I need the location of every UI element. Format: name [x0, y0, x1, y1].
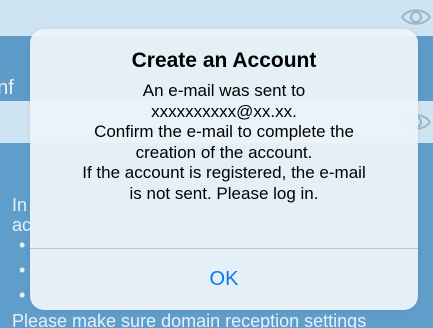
background-band-text: onf [0, 77, 14, 99]
background-bullet: • [19, 235, 26, 255]
background-bullet: • [19, 285, 26, 305]
background-text-line: In [12, 195, 28, 215]
alert-message-line: An e-mail was sent to [142, 81, 306, 100]
ok-button[interactable]: OK [30, 249, 418, 310]
background-notice-text: Please make sure domain reception settin… [12, 311, 367, 328]
screen: onf In ac • • • Please make sure domain … [0, 0, 433, 328]
alert-dialog: Create an Account An e-mail was sent to … [30, 29, 418, 310]
alert-message-line: is not sent. Please log in. [129, 183, 319, 203]
background-text-line: ac [12, 215, 32, 235]
alert-message-line: Confirm the e-mail to complete the [94, 122, 354, 141]
background-bullet: • [19, 260, 26, 280]
alert-message-line: creation of the account. [135, 142, 313, 162]
alert-body: Create an Account An e-mail was sent to … [30, 29, 418, 231]
alert-message-line: If the account is registered, the e-mail [82, 163, 366, 182]
alert-message-line: xxxxxxxxxx@xx.xx. [151, 101, 297, 121]
eye-icon [400, 6, 432, 28]
alert-title: Create an Account [131, 49, 317, 72]
